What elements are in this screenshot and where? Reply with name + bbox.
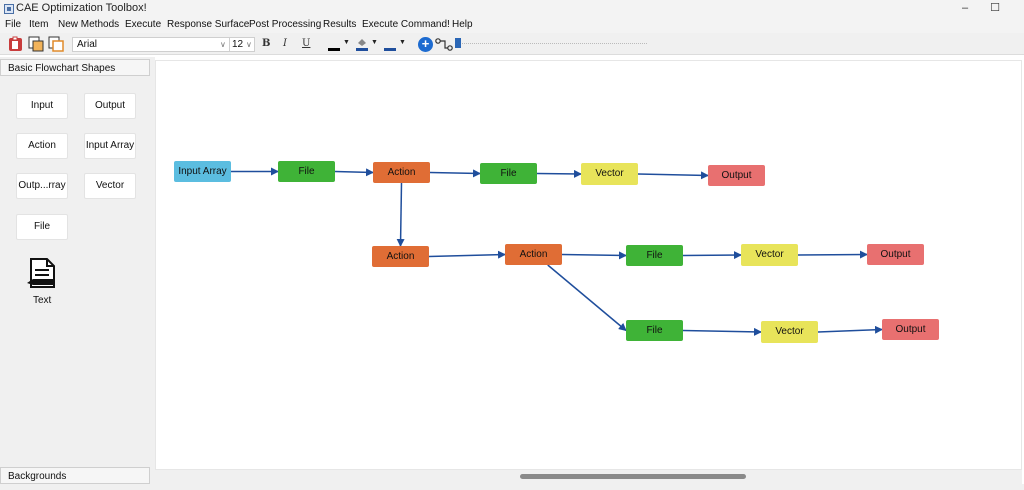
node-output-1[interactable]: Output bbox=[708, 165, 765, 186]
shape-vector[interactable]: Vector bbox=[84, 173, 136, 199]
line-color-swatch bbox=[384, 48, 396, 51]
minimize-button[interactable]: – bbox=[950, 1, 980, 16]
dropdown-arrow-icon: ▼ bbox=[399, 39, 406, 46]
menu-results[interactable]: Results bbox=[323, 19, 356, 30]
backgrounds-label: Backgrounds bbox=[8, 471, 67, 482]
menu-response-surface[interactable]: Response Surface bbox=[167, 19, 249, 30]
toolbar: Arial ∨ 12 ∨ B I U ▼ ▼ ▼ bbox=[0, 33, 1024, 55]
line-color-button[interactable]: ▼ bbox=[382, 37, 410, 52]
dropdown-arrow-icon: ▼ bbox=[371, 39, 378, 46]
maximize-button[interactable]: ☐ bbox=[980, 1, 1010, 16]
menu-new-methods[interactable]: New Methods bbox=[58, 19, 119, 30]
fill-color-swatch bbox=[356, 48, 368, 51]
text-color-button[interactable]: ▼ bbox=[326, 37, 354, 52]
fill-color-button[interactable]: ▼ bbox=[354, 37, 382, 52]
node-file-3[interactable]: File bbox=[626, 245, 683, 266]
bold-button[interactable]: B bbox=[262, 38, 270, 49]
menu-item[interactable]: Item bbox=[29, 19, 48, 30]
menu-file[interactable]: File bbox=[5, 19, 21, 30]
text-color-swatch bbox=[328, 48, 340, 51]
zoom-slider-track[interactable] bbox=[462, 43, 647, 44]
flowchart-canvas[interactable] bbox=[155, 60, 1022, 470]
node-input-array-1[interactable]: Input Array bbox=[174, 161, 231, 182]
node-vector-2[interactable]: Vector bbox=[741, 244, 798, 266]
font-family-value: Arial bbox=[77, 39, 98, 50]
chevron-down-icon: ∨ bbox=[246, 40, 252, 49]
italic-button[interactable]: I bbox=[283, 38, 287, 49]
shape-action[interactable]: Action bbox=[16, 133, 68, 159]
panel-header[interactable]: Basic Flowchart Shapes bbox=[0, 59, 150, 76]
backgrounds-section[interactable]: Backgrounds bbox=[0, 467, 150, 484]
node-file-1[interactable]: File bbox=[278, 161, 335, 182]
node-file-2[interactable]: File bbox=[480, 163, 537, 184]
status-strip bbox=[0, 484, 1024, 490]
fill-bucket-icon bbox=[358, 39, 366, 46]
node-output-3[interactable]: Output bbox=[882, 319, 939, 340]
node-file-4[interactable]: File bbox=[626, 320, 683, 341]
node-output-2[interactable]: Output bbox=[867, 244, 924, 265]
underline-button[interactable]: U bbox=[302, 38, 310, 49]
shape-file[interactable]: File bbox=[16, 214, 68, 240]
app-icon bbox=[4, 4, 14, 14]
menu-bar: File Item New Methods Execute Response S… bbox=[0, 17, 1024, 33]
add-node-button[interactable]: + bbox=[418, 37, 433, 52]
menu-help[interactable]: Help bbox=[452, 19, 473, 30]
menu-execute[interactable]: Execute bbox=[125, 19, 161, 30]
node-action-1[interactable]: Action bbox=[373, 162, 430, 183]
paste-icon[interactable] bbox=[48, 36, 64, 52]
font-family-select[interactable]: Arial ∨ bbox=[72, 37, 230, 52]
shape-input[interactable]: Input bbox=[16, 93, 68, 119]
font-size-select[interactable]: 12 ∨ bbox=[229, 37, 255, 52]
shape-output[interactable]: Output bbox=[84, 93, 136, 119]
node-action-2[interactable]: Action bbox=[372, 246, 429, 267]
text-tool-label: Text bbox=[33, 295, 52, 306]
window-title: CAE Optimization Toolbox! bbox=[16, 2, 147, 14]
text-document-icon[interactable] bbox=[25, 257, 59, 289]
delete-item-icon[interactable] bbox=[8, 36, 24, 52]
node-vector-1[interactable]: Vector bbox=[581, 163, 638, 185]
shape-panel: Basic Flowchart Shapes Input Output Acti… bbox=[0, 57, 155, 485]
shape-input-array[interactable]: Input Array bbox=[84, 133, 136, 159]
horizontal-scrollbar-thumb[interactable] bbox=[520, 474, 746, 479]
menu-post-processing[interactable]: Post Processing bbox=[249, 19, 321, 30]
font-size-value: 12 bbox=[232, 39, 244, 50]
shape-output-array[interactable]: Outp...rray bbox=[16, 173, 68, 199]
dropdown-arrow-icon: ▼ bbox=[343, 39, 350, 46]
zoom-slider-handle[interactable] bbox=[455, 38, 461, 48]
node-action-3[interactable]: Action bbox=[505, 244, 562, 265]
connector-icon[interactable] bbox=[435, 37, 453, 52]
copy-icon[interactable] bbox=[28, 36, 44, 52]
title-bar: CAE Optimization Toolbox! – ☐ bbox=[0, 0, 1024, 17]
chevron-down-icon: ∨ bbox=[220, 40, 226, 49]
panel-title: Basic Flowchart Shapes bbox=[8, 63, 116, 74]
node-vector-3[interactable]: Vector bbox=[761, 321, 818, 343]
menu-execute-command[interactable]: Execute Command! bbox=[362, 19, 450, 30]
